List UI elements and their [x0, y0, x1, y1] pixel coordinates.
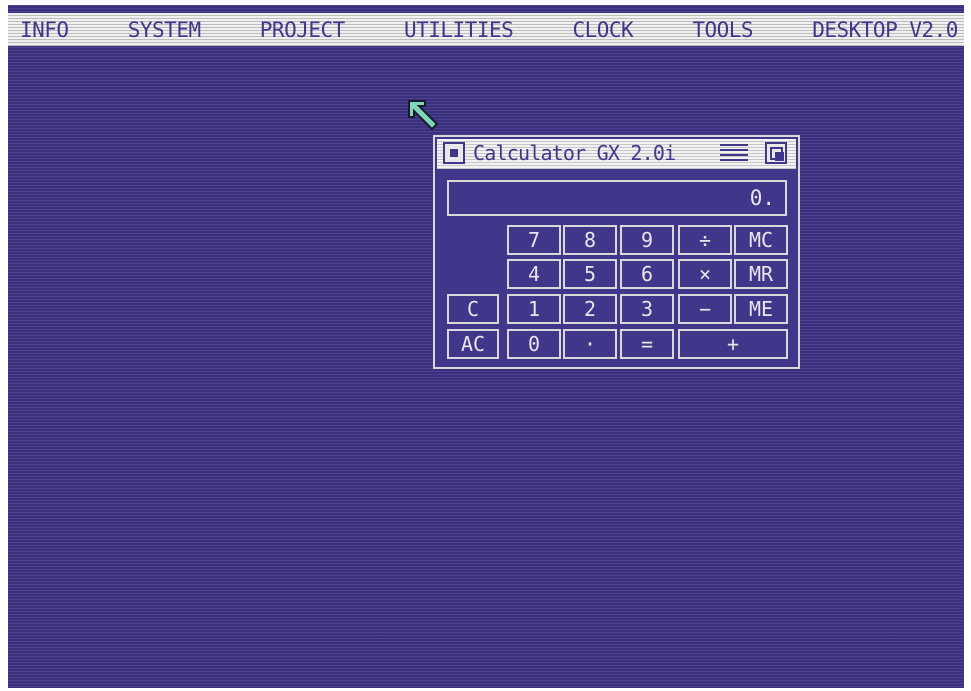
menu-desktop-version[interactable]: DESKTOP V2.0	[812, 18, 958, 42]
key-2[interactable]: 2	[563, 294, 617, 324]
calculator-title-bar[interactable]: Calculator GX 2.0i	[437, 139, 796, 169]
calculator-display: 0.	[447, 180, 787, 216]
menu-clock[interactable]: CLOCK	[572, 18, 633, 42]
menu-system[interactable]: SYSTEM	[128, 18, 201, 42]
key-3[interactable]: 3	[620, 294, 674, 324]
key-9[interactable]: 9	[620, 225, 674, 255]
menu-bar: INFO SYSTEM PROJECT UTILITIES CLOCK TOOL…	[8, 13, 964, 46]
key-all-clear[interactable]: AC	[447, 329, 499, 359]
calculator-title: Calculator GX 2.0i	[473, 141, 676, 165]
key-decimal-point[interactable]: ·	[563, 329, 617, 359]
resize-box-icon[interactable]	[765, 142, 787, 164]
key-memory-enter[interactable]: ME	[734, 294, 788, 324]
menu-utilities[interactable]: UTILITIES	[404, 18, 514, 42]
key-6[interactable]: 6	[620, 259, 674, 289]
key-subtract[interactable]: −	[678, 294, 732, 324]
calculator-window[interactable]: Calculator GX 2.0i 0. 7 8 9 ÷ MC 4 5 6 ×…	[433, 135, 800, 369]
menu-tools[interactable]: TOOLS	[692, 18, 753, 42]
key-equals[interactable]: =	[620, 329, 674, 359]
key-7[interactable]: 7	[507, 225, 561, 255]
key-memory-clear[interactable]: MC	[734, 225, 788, 255]
key-clear[interactable]: C	[447, 294, 499, 324]
key-8[interactable]: 8	[563, 225, 617, 255]
key-divide[interactable]: ÷	[678, 225, 732, 255]
key-4[interactable]: 4	[507, 259, 561, 289]
menu-info[interactable]: INFO	[20, 18, 69, 42]
screen: INFO SYSTEM PROJECT UTILITIES CLOCK TOOL…	[0, 0, 971, 691]
key-multiply[interactable]: ×	[678, 259, 732, 289]
drag-stripes-icon	[720, 144, 748, 164]
key-1[interactable]: 1	[507, 294, 561, 324]
close-box-icon[interactable]	[443, 142, 465, 164]
key-memory-recall[interactable]: MR	[734, 259, 788, 289]
key-0[interactable]: 0	[507, 329, 561, 359]
arrow-pointer-icon	[408, 100, 439, 131]
key-5[interactable]: 5	[563, 259, 617, 289]
menu-project[interactable]: PROJECT	[260, 18, 346, 42]
key-add[interactable]: +	[678, 329, 788, 359]
